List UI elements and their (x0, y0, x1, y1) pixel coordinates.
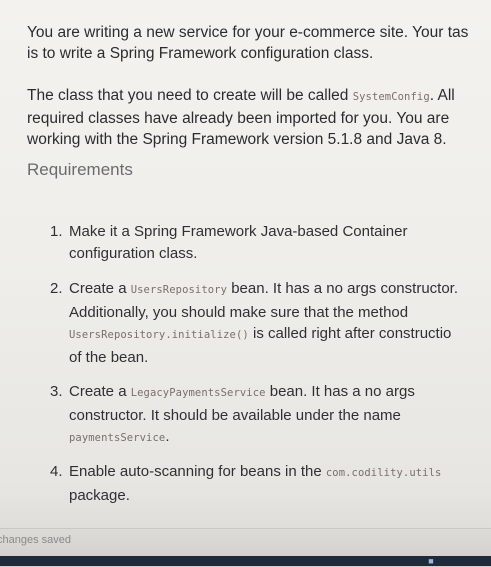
requirement-line: configuration class. (69, 244, 198, 262)
requirement-line-text: Create a (69, 280, 131, 297)
requirement-line: constructor. It should be available unde… (69, 406, 401, 424)
requirement-line: Enable auto-scanning for beans in the co… (69, 461, 441, 485)
requirement-line: UsersRepository.initialize() is called r… (69, 323, 458, 347)
details-line-3: working with the Spring Framework versio… (27, 131, 447, 148)
details-paragraph: The class that you need to create will b… (27, 85, 491, 150)
requirement-text: Enable auto-scanning for beans in the co… (69, 461, 441, 506)
requirement-line: Create a UsersRepository bean. It has a … (69, 278, 458, 302)
intro-line-2: is to write a Spring Framework configura… (27, 45, 374, 62)
requirement-text: Create a UsersRepository bean. It has a … (69, 278, 458, 368)
package-name-code: com.codility.utils (325, 467, 442, 479)
requirement-number: 3. (50, 383, 63, 400)
users-repository-code: UsersRepository (130, 284, 228, 296)
legacy-payments-service-code: LegacyPaymentsService (130, 387, 266, 399)
requirement-line-text: Create a (69, 383, 131, 400)
payments-service-code: paymentsService (69, 432, 166, 444)
task-description-panel: You are writing a new service for your e… (0, 0, 491, 530)
requirement-line: package. (69, 486, 130, 504)
taskbar-strip (0, 556, 491, 566)
intro-paragraph: You are writing a new service for your e… (27, 22, 491, 64)
requirement-line-text: bean. It has a no args constructor. (227, 280, 459, 297)
requirement-number: 4. (50, 463, 63, 480)
class-name-code: SystemConfig (352, 91, 430, 103)
requirement-line-text: bean. It has a no args (265, 383, 415, 400)
details-line-1-end: . All (429, 87, 455, 104)
requirement-line: of the bean. (69, 348, 149, 366)
requirement-line-text: . (165, 428, 170, 445)
requirement-text: Make it a Spring Framework Java-based Co… (69, 221, 407, 264)
requirement-number: 2. (50, 280, 63, 297)
window-icon[interactable]: ■ (423, 556, 439, 566)
intro-line-1: You are writing a new service for your e… (27, 24, 469, 41)
requirement-line: paymentsService. (69, 426, 415, 450)
requirement-line-text: is called right after constructio (248, 325, 452, 342)
requirement-line: Additionally, you should make sure that … (69, 303, 409, 321)
details-line-2: required classes have already been impor… (27, 110, 450, 127)
requirement-line: Make it a Spring Framework Java-based Co… (69, 223, 408, 240)
save-status-text: changes saved (0, 534, 71, 546)
requirement-line-text: Enable auto-scanning for beans in the (69, 463, 326, 480)
requirement-text: Create a LegacyPaymentsService bean. It … (69, 381, 415, 450)
details-line-1: The class that you need to create will b… (27, 85, 491, 108)
initialize-method-code: UsersRepository.initialize() (69, 329, 249, 341)
requirements-heading: Requirements (27, 160, 133, 179)
requirement-line: Create a LegacyPaymentsService bean. It … (69, 381, 415, 405)
requirement-number: 1. (50, 223, 63, 240)
details-line-1-text: The class that you need to create will b… (27, 87, 353, 104)
